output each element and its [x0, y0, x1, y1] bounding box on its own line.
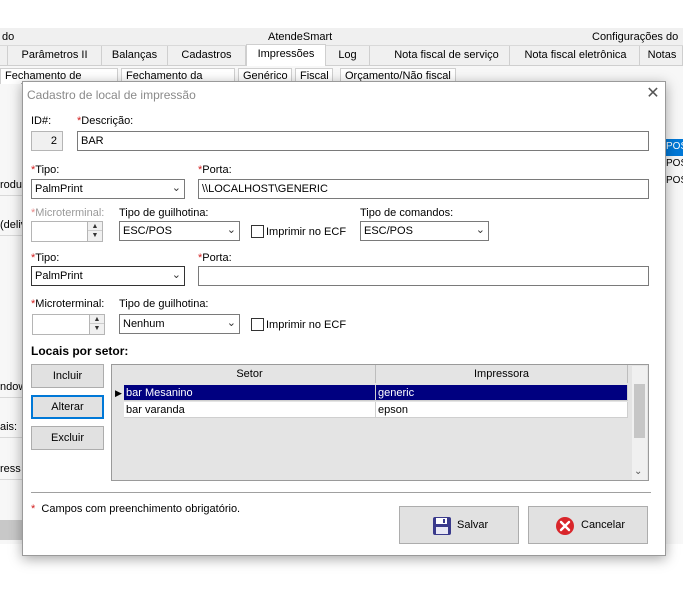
dialog-title: Cadastro de local de impressão — [27, 88, 196, 102]
microterminal-stepper-2[interactable]: ▲ ▼ — [32, 314, 105, 335]
tipo-value-2: PalmPrint — [35, 270, 83, 282]
app-title: AtendeSmart — [268, 31, 333, 43]
cadastro-local-impressao-dialog: Cadastro de local de impressão ✕ ID#: 2 … — [22, 81, 666, 556]
comandos-label: Tipo de comandos: — [360, 207, 454, 219]
tipo-label-1: *Tipo: — [31, 164, 59, 176]
scrollbar-thumb[interactable] — [634, 384, 645, 438]
impressora-cell[interactable]: epson — [376, 402, 628, 418]
microterminal-stepper-1[interactable]: ▲ ▼ — [31, 221, 103, 242]
tipo-select-2[interactable]: PalmPrint ⌄ — [31, 266, 185, 286]
porta-input-1[interactable]: \\LOCALHOST\GENERIC — [198, 179, 649, 199]
app-header-bar: do AtendeSmart Configurações do e — [0, 28, 683, 55]
locais-por-setor-title: Locais por setor: — [31, 344, 129, 358]
guilhotina-label-2: Tipo de guilhotina: — [119, 298, 209, 310]
tab-log[interactable]: Log — [326, 46, 370, 66]
descricao-label-text: Descrição: — [81, 115, 134, 127]
bg-pos-item: POS — [666, 139, 683, 156]
stepper-up-icon[interactable]: ▲ — [90, 315, 104, 324]
tipo-value-1: PalmPrint — [35, 183, 83, 195]
alterar-button[interactable]: Alterar — [31, 395, 104, 419]
tab-nota-fiscal-eletronica[interactable]: Nota fiscal eletrônica — [512, 46, 640, 66]
close-icon[interactable]: ✕ — [643, 84, 663, 104]
imprimir-ecf-label-2: Imprimir no ECF — [266, 319, 347, 331]
bg-pos-item: POS — [666, 175, 683, 186]
setor-cell[interactable]: bar varanda — [124, 402, 376, 418]
setor-cell[interactable]: bar Mesanino — [124, 385, 376, 401]
id-label: ID#: — [31, 115, 52, 127]
bg-pos-item: POS — [666, 158, 683, 169]
guilhotina-value-1: ESC/POS — [123, 225, 172, 237]
comandos-select[interactable]: ESC/POS ⌄ — [360, 221, 489, 241]
chevron-down-icon: ⌄ — [226, 317, 236, 329]
excluir-button[interactable]: Excluir — [31, 426, 104, 450]
microterminal-label-text: Microterminal: — [35, 207, 105, 219]
footer-divider — [31, 492, 651, 493]
chevron-down-icon: ⌄ — [475, 224, 485, 236]
porta-input-2[interactable] — [198, 266, 649, 286]
imprimir-ecf-label-1: Imprimir no ECF — [266, 226, 347, 238]
tab-balancas[interactable]: Balanças — [102, 46, 168, 66]
tab-notas[interactable]: Notas — [642, 46, 683, 66]
imprimir-ecf-checkbox-2[interactable] — [251, 318, 264, 331]
bg-left-text: ndow — [0, 378, 22, 398]
porta-label-1: *Porta: — [198, 164, 232, 176]
main-tabs: Parâmetros II Balanças Cadastros Impress… — [0, 44, 683, 66]
guilhotina-label-1: Tipo de guilhotina: — [119, 207, 209, 219]
tipo-select-1[interactable]: PalmPrint ⌄ — [31, 179, 185, 199]
chevron-down-icon[interactable]: ⌄ — [634, 466, 642, 477]
tab-partial[interactable] — [0, 46, 8, 66]
chevron-down-icon: ⌄ — [171, 269, 181, 281]
bg-left-text: (deliv — [0, 216, 22, 236]
descricao-label: *Descrição: — [77, 115, 133, 127]
chevron-down-icon: ⌄ — [226, 224, 236, 236]
tipo-label-2: *Tipo: — [31, 252, 59, 264]
guilhotina-select-1[interactable]: ESC/POS ⌄ — [119, 221, 240, 241]
incluir-button[interactable]: Incluir — [31, 364, 104, 388]
stepper-buttons: ▲ ▼ — [89, 315, 104, 334]
tab-nota-fiscal-servico[interactable]: Nota fiscal de serviço — [384, 46, 510, 66]
grid-scrollbar[interactable]: ⌄ — [632, 366, 647, 480]
id-field: 2 — [31, 131, 63, 151]
required-asterisk: * — [31, 503, 36, 515]
bg-left-text: rodu — [0, 176, 22, 196]
setores-grid: Setor Impressora ▶ bar Mesanino generic … — [111, 364, 649, 481]
chevron-down-icon: ⌄ — [171, 182, 181, 194]
save-disk-icon — [433, 517, 451, 535]
stepper-down-icon[interactable]: ▼ — [90, 324, 104, 333]
salvar-button[interactable]: Salvar — [399, 506, 519, 544]
stepper-buttons: ▲ ▼ — [87, 222, 102, 241]
cancelar-label: Cancelar — [581, 519, 626, 531]
tab-parametros-ii[interactable]: Parâmetros II — [8, 46, 102, 66]
stepper-down-icon[interactable]: ▼ — [88, 231, 102, 240]
tab-cadastros[interactable]: Cadastros — [168, 46, 246, 66]
guilhotina-value-2: Nenhum — [123, 318, 165, 330]
porta-label-text: Porta: — [202, 164, 232, 176]
bg-left-text: ress — [0, 460, 22, 480]
impressora-cell[interactable]: generic — [376, 385, 628, 401]
comandos-value: ESC/POS — [364, 225, 413, 237]
column-header-impressora[interactable]: Impressora — [376, 365, 628, 383]
porta-label-2: *Porta: — [198, 252, 232, 264]
cancelar-button[interactable]: Cancelar — [528, 506, 648, 544]
row-pointer-icon: ▶ — [115, 388, 122, 398]
microterminal-label-1: *Microterminal: — [31, 207, 104, 219]
imprimir-ecf-checkbox-1[interactable] — [251, 225, 264, 238]
cancel-x-icon — [556, 517, 574, 535]
salvar-label: Salvar — [457, 519, 489, 531]
guilhotina-select-2[interactable]: Nenhum ⌄ — [119, 314, 240, 334]
tipo-label-text: Tipo: — [35, 164, 60, 176]
microterminal-label-text: Microterminal: — [35, 298, 105, 310]
porta-label-text: Porta: — [202, 252, 232, 264]
tab-impressoes[interactable]: Impressões — [246, 44, 326, 66]
stepper-up-icon[interactable]: ▲ — [88, 222, 102, 231]
required-fields-note: * Campos com preenchimento obrigatório. — [31, 503, 240, 515]
microterminal-label-2: *Microterminal: — [31, 298, 104, 310]
bg-left-text: ais: — [0, 418, 22, 438]
tipo-label-text: Tipo: — [35, 252, 60, 264]
app-header-left: do — [2, 31, 15, 43]
bg-bottom-bar — [0, 520, 22, 540]
column-header-setor[interactable]: Setor — [124, 365, 376, 383]
footnote-text: Campos com preenchimento obrigatório. — [41, 503, 241, 515]
descricao-input[interactable]: BAR — [77, 131, 649, 151]
